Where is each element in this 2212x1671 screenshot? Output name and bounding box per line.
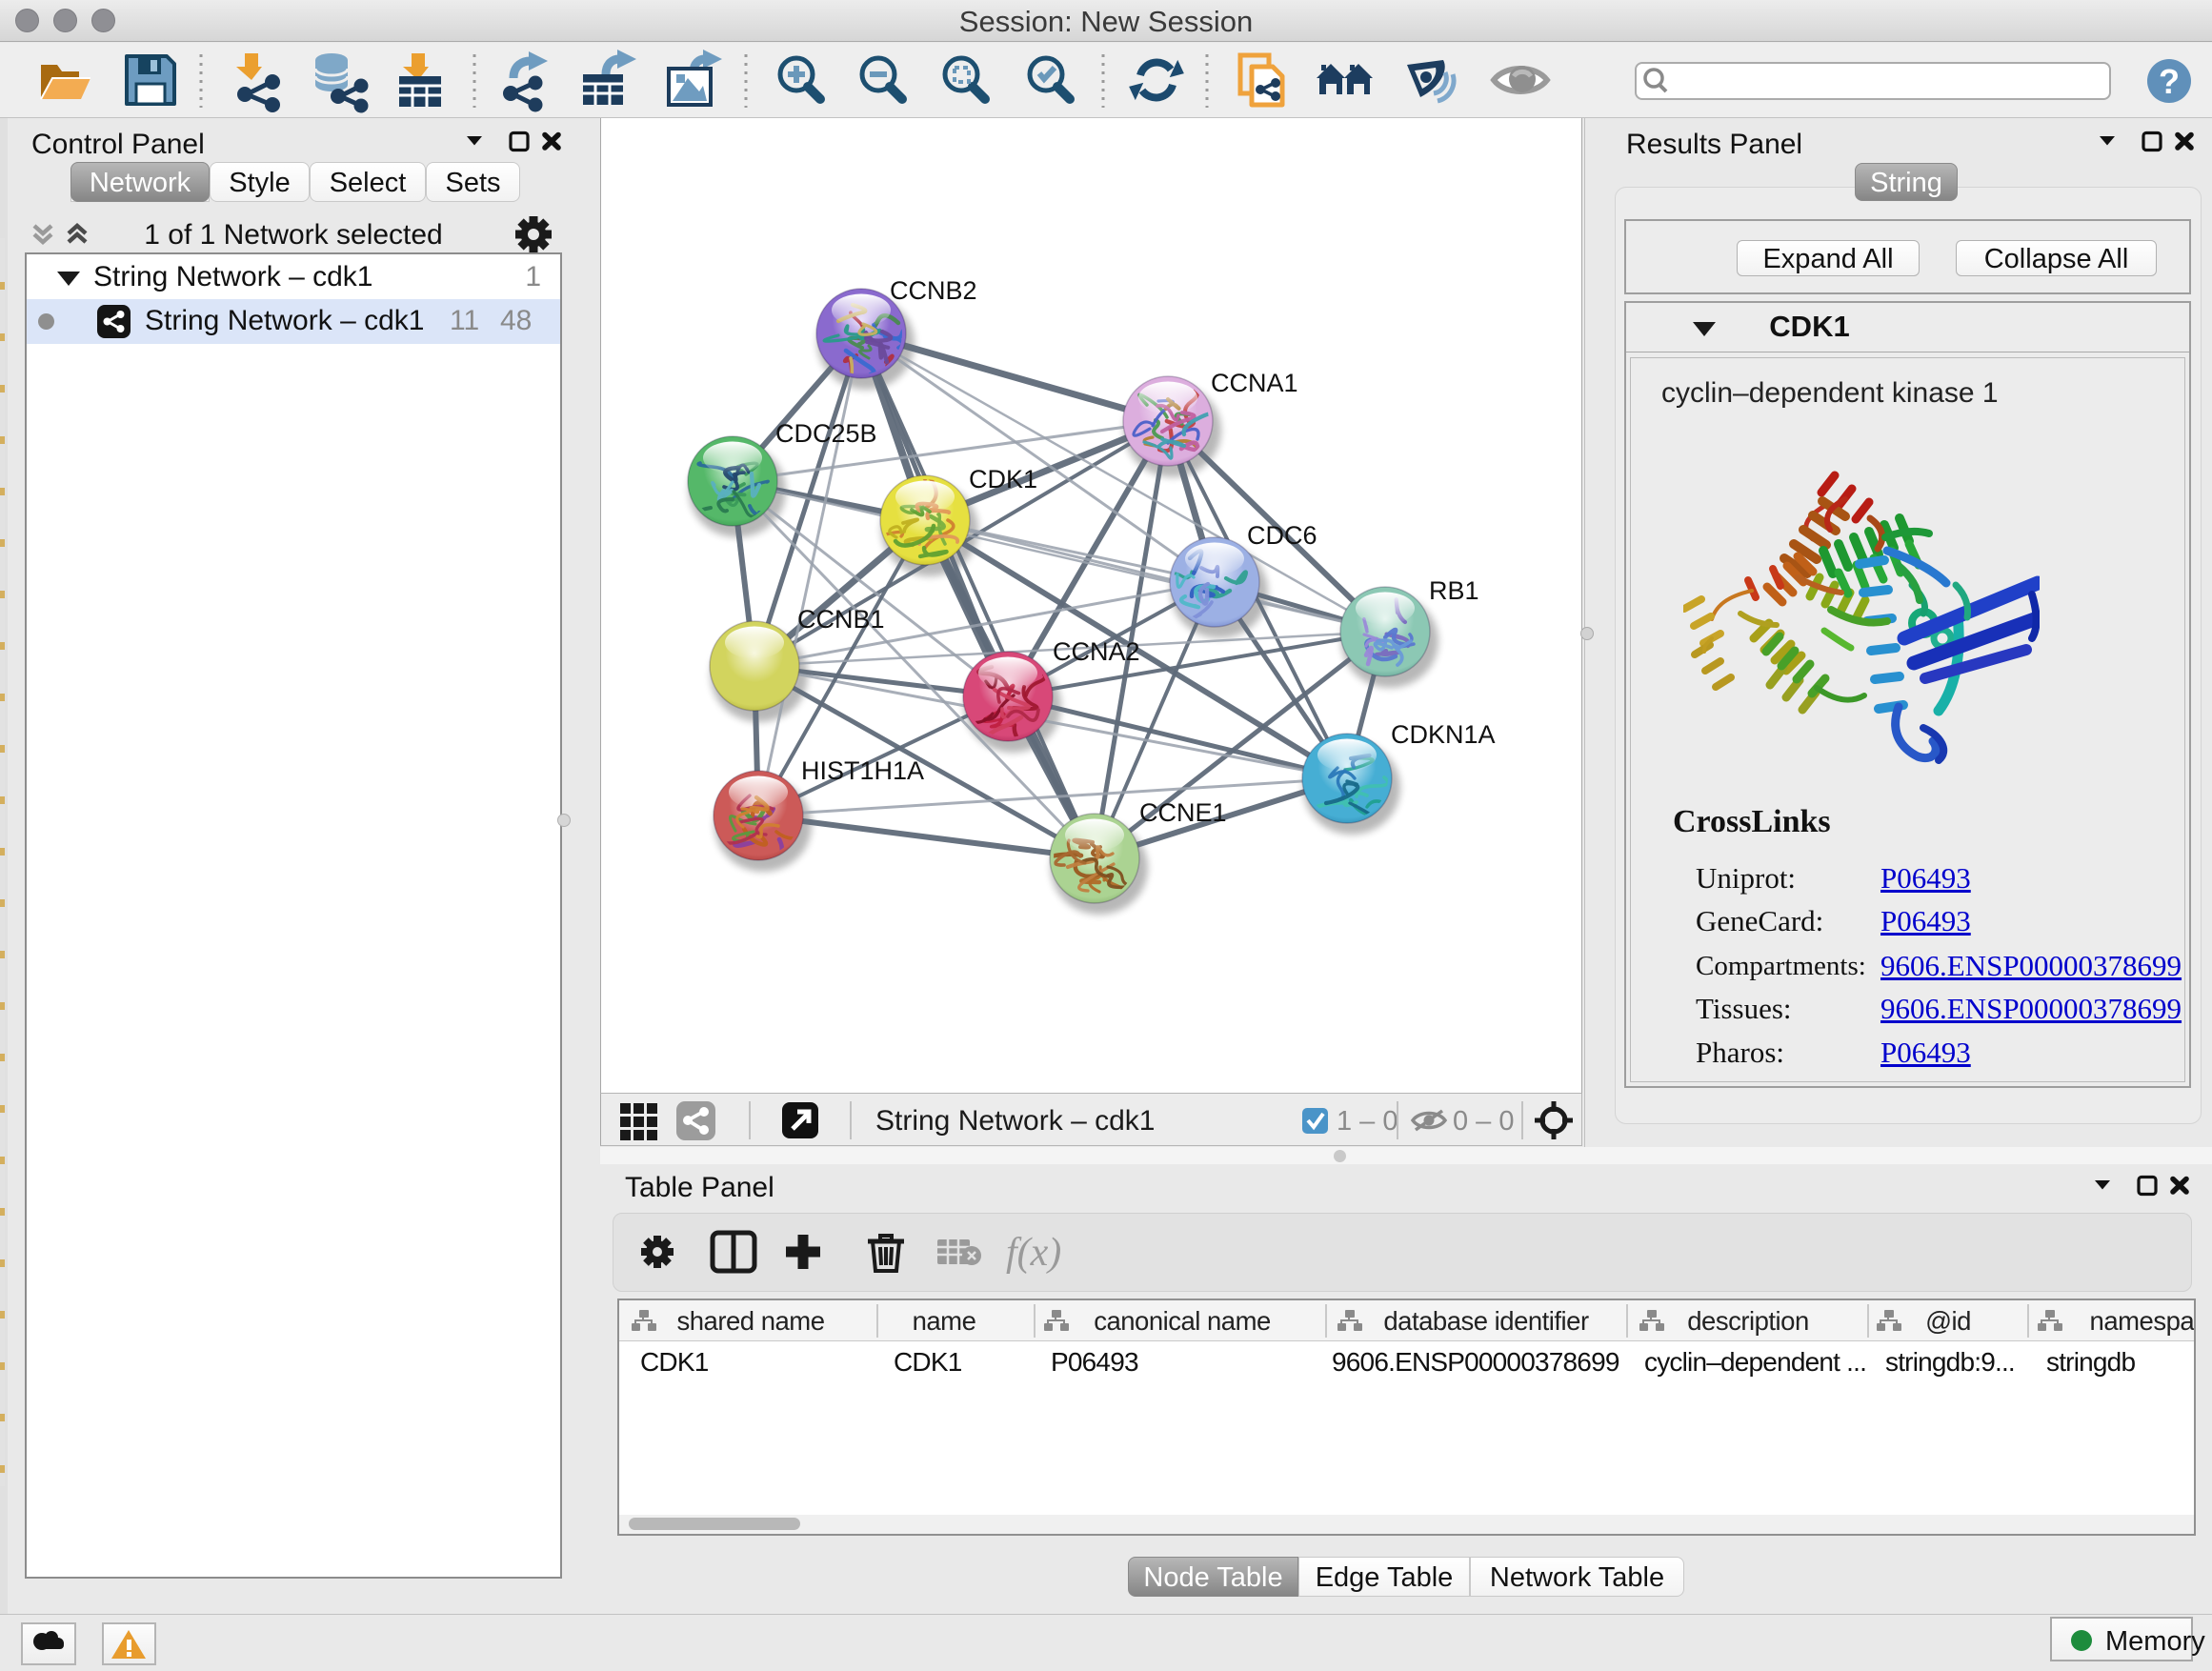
svg-text:CCNE1: CCNE1 xyxy=(1139,798,1227,827)
svg-text:CCNB2: CCNB2 xyxy=(890,276,977,305)
svg-text:database identifier: database identifier xyxy=(1383,1306,1589,1336)
svg-text:namespac: namespac xyxy=(2090,1306,2194,1336)
svg-text:CDC25B: CDC25B xyxy=(775,419,877,448)
svg-text:canonical name: canonical name xyxy=(1094,1306,1271,1336)
svg-text:String Network – cdk1: String Network – cdk1 xyxy=(875,1105,1155,1137)
svg-text:description: description xyxy=(1687,1306,1809,1336)
svg-text:CDC6: CDC6 xyxy=(1247,521,1317,550)
svg-text:shared name: shared name xyxy=(676,1306,824,1336)
svg-text:CDKN1A: CDKN1A xyxy=(1391,720,1496,749)
svg-text:CCNA1: CCNA1 xyxy=(1211,369,1298,397)
svg-text:CDK1: CDK1 xyxy=(969,465,1037,493)
svg-text:1 – 0: 1 – 0 xyxy=(1337,1106,1398,1137)
svg-text:CCNB1: CCNB1 xyxy=(797,605,885,634)
svg-text:RB1: RB1 xyxy=(1429,576,1479,605)
svg-text:CCNA2: CCNA2 xyxy=(1053,637,1140,666)
svg-text:name: name xyxy=(913,1306,976,1336)
svg-text:@id: @id xyxy=(1925,1306,1971,1336)
svg-text:HIST1H1A: HIST1H1A xyxy=(801,756,924,785)
svg-text:f(x): f(x) xyxy=(1006,1231,1061,1275)
svg-text:0 – 0: 0 – 0 xyxy=(1453,1106,1515,1137)
svg-text:?: ? xyxy=(2159,62,2180,101)
